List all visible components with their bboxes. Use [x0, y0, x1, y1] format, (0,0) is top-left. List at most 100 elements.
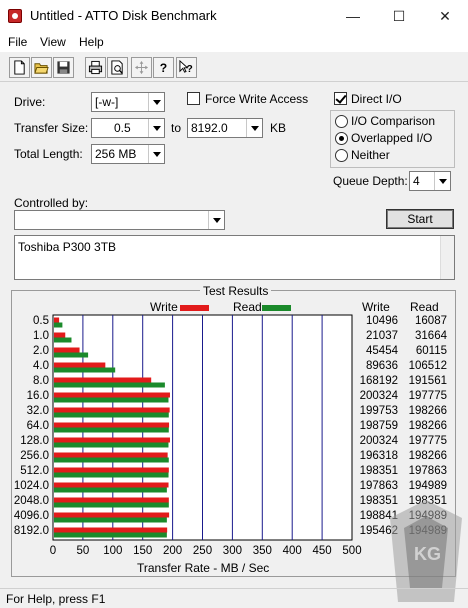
queue-depth-value: 4 — [413, 174, 420, 188]
chevron-down-icon[interactable] — [246, 119, 262, 137]
transfer-size-row-label: 8192.0 — [13, 524, 49, 537]
read-value: 60115 — [415, 344, 447, 357]
read-value: 197775 — [408, 434, 447, 447]
controlled-by-select[interactable] — [14, 210, 225, 230]
total-length-select[interactable]: 256 MB — [91, 144, 165, 164]
chevron-down-icon[interactable] — [148, 93, 164, 111]
force-write-access-checkbox[interactable] — [187, 92, 200, 105]
test-results-title: Test Results — [200, 284, 272, 298]
x-tick-label: 0 — [49, 545, 57, 557]
transfer-size-row-label: 512.0 — [20, 464, 49, 477]
transfer-size-row-label: 32.0 — [26, 404, 49, 417]
menu-file[interactable]: File — [8, 35, 27, 49]
read-value: 198266 — [408, 419, 447, 432]
x-tick-label: 350 — [252, 545, 272, 557]
legend-read-swatch — [262, 305, 291, 311]
x-tick-label: 100 — [103, 545, 123, 557]
transfer-size-from-select[interactable]: 0.5 — [91, 118, 165, 138]
controlled-by-label: Controlled by: — [14, 196, 89, 210]
maximize-button[interactable]: ☐ — [376, 0, 422, 32]
menu-view[interactable]: View — [40, 35, 66, 49]
column-header-write: Write — [362, 300, 390, 314]
x-tick-label: 400 — [282, 545, 302, 557]
transfer-size-label: Transfer Size: — [14, 121, 89, 135]
legend-write-label: Write — [150, 300, 178, 314]
write-value: 21037 — [366, 329, 398, 342]
print-icon — [88, 60, 103, 75]
window-title: Untitled - ATTO Disk Benchmark — [30, 8, 217, 23]
transfer-size-row-label: 16.0 — [26, 389, 49, 402]
write-value: 89636 — [366, 359, 398, 372]
save-icon — [57, 61, 70, 74]
description-scrollbar[interactable] — [440, 236, 454, 279]
help-button[interactable]: ? — [153, 57, 174, 78]
new-file-button[interactable] — [9, 57, 30, 78]
write-value: 199753 — [359, 404, 398, 417]
transfer-size-row-label: 128.0 — [20, 434, 49, 447]
neither-label: Neither — [351, 148, 390, 162]
direct-io-checkbox[interactable] — [334, 92, 347, 105]
open-folder-icon — [34, 63, 49, 74]
transfer-size-to-select[interactable]: 8192.0 — [187, 118, 263, 138]
read-value: 194989 — [408, 479, 447, 492]
menu-bar — [0, 32, 468, 52]
drive-select[interactable]: [-w-] — [91, 92, 165, 112]
description-text: Toshiba P300 3TB — [18, 240, 117, 254]
direct-io-label: Direct I/O — [351, 92, 402, 106]
minimize-button[interactable]: — — [330, 0, 376, 32]
write-value: 198351 — [359, 464, 398, 477]
watermark-text: KG — [414, 544, 441, 564]
queue-depth-label: Queue Depth: — [333, 174, 408, 188]
write-value: 198759 — [359, 419, 398, 432]
read-value: 191561 — [408, 374, 447, 387]
write-value: 197863 — [359, 479, 398, 492]
read-value: 106512 — [408, 359, 447, 372]
x-tick-label: 300 — [222, 545, 242, 557]
transfer-size-from-value: 0.5 — [114, 121, 131, 135]
transfer-size-to-value: 8192.0 — [191, 121, 228, 135]
queue-depth-select[interactable]: 4 — [409, 171, 451, 191]
overlapped-io-radio[interactable] — [335, 132, 348, 145]
description-textarea[interactable]: Toshiba P300 3TB — [14, 235, 455, 280]
write-value: 200324 — [359, 434, 398, 447]
close-button[interactable]: ✕ — [422, 0, 468, 32]
svg-text:?: ? — [160, 61, 167, 75]
chevron-down-icon[interactable] — [208, 211, 224, 229]
chevron-down-icon[interactable] — [148, 145, 164, 163]
print-button[interactable] — [85, 57, 106, 78]
read-value: 16087 — [415, 314, 447, 327]
write-value: 200324 — [359, 389, 398, 402]
force-write-access-label: Force Write Access — [205, 92, 309, 106]
svg-text:?: ? — [187, 64, 193, 75]
print-preview-button[interactable] — [107, 57, 128, 78]
transfer-size-row-label: 4096.0 — [13, 509, 49, 522]
menu-help[interactable]: Help — [79, 35, 104, 49]
transfer-size-row-label: 8.0 — [33, 374, 49, 387]
chevron-down-icon[interactable] — [434, 172, 450, 190]
neither-radio[interactable] — [335, 149, 348, 162]
context-help-icon: ? — [179, 60, 193, 75]
app-icon — [8, 9, 22, 23]
x-tick-label: 150 — [133, 545, 153, 557]
read-value: 31664 — [415, 329, 447, 342]
io-comparison-label: I/O Comparison — [351, 114, 436, 128]
io-comparison-radio[interactable] — [335, 115, 348, 128]
print-preview-icon — [111, 60, 123, 75]
column-header-read: Read — [410, 300, 439, 314]
save-button[interactable] — [53, 57, 74, 78]
legend-read-label: Read — [233, 300, 262, 314]
status-text: For Help, press F1 — [6, 592, 106, 606]
context-help-button[interactable]: ? — [176, 57, 197, 78]
to-label: to — [171, 121, 182, 135]
read-value: 198266 — [408, 404, 447, 417]
transfer-size-row-label: 1.0 — [33, 329, 49, 342]
transfer-size-row-label: 4.0 — [33, 359, 49, 372]
transfer-size-row-label: 2048.0 — [13, 494, 49, 507]
start-button[interactable]: Start — [386, 209, 454, 229]
drive-value: [-w-] — [95, 95, 119, 109]
x-tick-label: 50 — [76, 545, 90, 557]
x-tick-label: 250 — [192, 545, 213, 557]
move-button[interactable] — [131, 57, 152, 78]
chevron-down-icon[interactable] — [148, 119, 164, 137]
open-button[interactable] — [31, 57, 52, 78]
